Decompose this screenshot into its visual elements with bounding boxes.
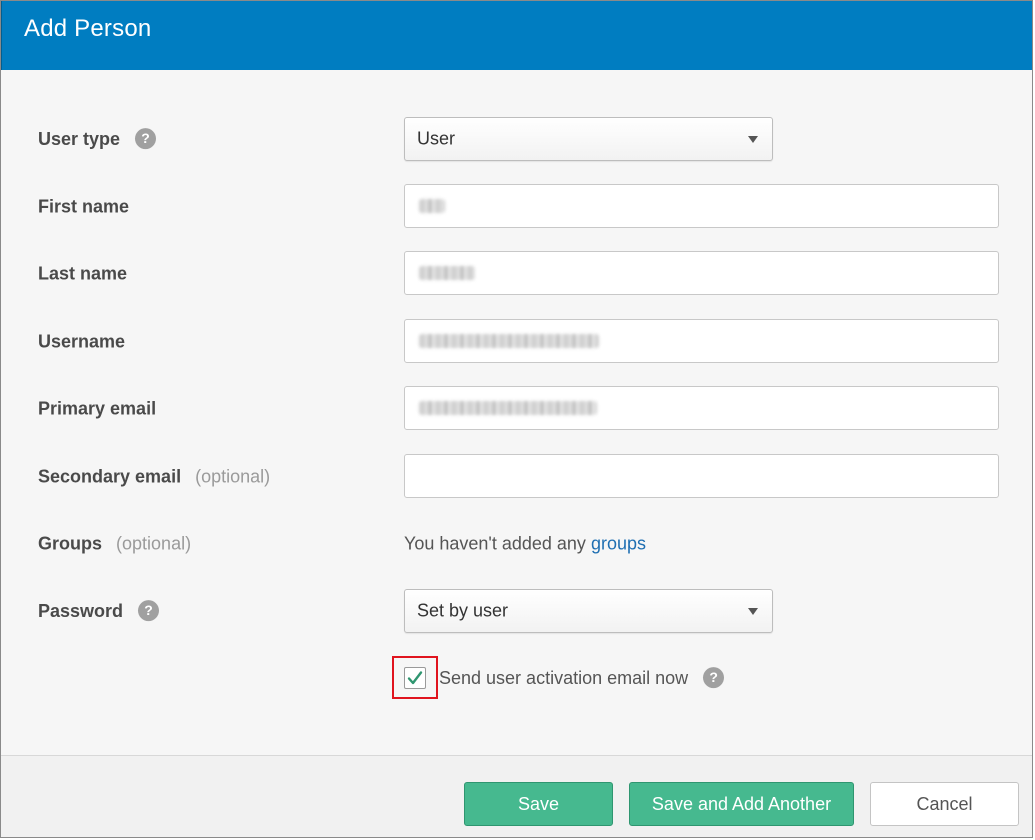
checkmark-icon bbox=[407, 671, 423, 685]
primary-email-label: Primary email bbox=[38, 398, 157, 419]
activation-email-checkbox[interactable] bbox=[404, 667, 426, 689]
redacted-value bbox=[419, 199, 445, 213]
primary-email-row: Primary email bbox=[1, 386, 1032, 432]
user-type-value: User bbox=[417, 128, 456, 149]
chevron-down-icon bbox=[748, 136, 758, 143]
secondary-email-input[interactable] bbox=[404, 454, 999, 498]
password-row: Password ? Set by user bbox=[1, 589, 1032, 635]
password-label: Password bbox=[38, 601, 124, 622]
username-row: Username bbox=[1, 319, 1032, 365]
last-name-label: Last name bbox=[38, 263, 128, 284]
password-value: Set by user bbox=[417, 600, 509, 621]
first-name-row: First name bbox=[1, 184, 1032, 230]
redacted-value bbox=[419, 266, 475, 280]
dialog-title: Add Person bbox=[24, 15, 152, 42]
username-input[interactable] bbox=[404, 319, 999, 363]
activation-help-icon[interactable]: ? bbox=[703, 666, 725, 688]
activation-email-row: Send user activation email now ? bbox=[1, 656, 1032, 702]
last-name-row: Last name bbox=[1, 251, 1032, 297]
user-type-row: User type ? User bbox=[1, 117, 1032, 163]
chevron-down-icon bbox=[748, 608, 758, 615]
first-name-input[interactable] bbox=[404, 184, 999, 228]
redacted-value bbox=[419, 334, 599, 348]
groups-link[interactable]: groups bbox=[591, 534, 646, 554]
secondary-email-label: Secondary email bbox=[38, 466, 182, 487]
groups-empty-text: You haven't added any bbox=[404, 533, 586, 554]
dialog-header: Add Person bbox=[1, 1, 1032, 70]
first-name-label: First name bbox=[38, 196, 130, 217]
add-person-dialog: Add Person User type ? User First name L… bbox=[0, 0, 1033, 838]
secondary-email-row: Secondary email (optional) bbox=[1, 454, 1032, 500]
groups-label: Groups bbox=[38, 533, 103, 554]
last-name-input[interactable] bbox=[404, 251, 999, 295]
redacted-value bbox=[419, 401, 597, 415]
groups-row: Groups (optional) You haven't added any … bbox=[1, 521, 1032, 567]
activation-email-label: Send user activation email now bbox=[439, 668, 689, 689]
optional-hint: (optional) bbox=[116, 533, 192, 554]
user-type-label: User type bbox=[38, 129, 121, 150]
user-type-select[interactable]: User bbox=[404, 117, 773, 161]
optional-hint: (optional) bbox=[195, 466, 271, 487]
save-and-add-another-button[interactable]: Save and Add Another bbox=[629, 782, 854, 826]
username-label: Username bbox=[38, 331, 126, 352]
primary-email-input[interactable] bbox=[404, 386, 999, 430]
password-help-icon[interactable]: ? bbox=[138, 599, 160, 621]
password-select[interactable]: Set by user bbox=[404, 589, 773, 633]
dialog-footer: Save Save and Add Another Cancel bbox=[1, 755, 1032, 837]
cancel-button[interactable]: Cancel bbox=[870, 782, 1019, 826]
user-type-help-icon[interactable]: ? bbox=[135, 127, 157, 149]
save-button[interactable]: Save bbox=[464, 782, 613, 826]
